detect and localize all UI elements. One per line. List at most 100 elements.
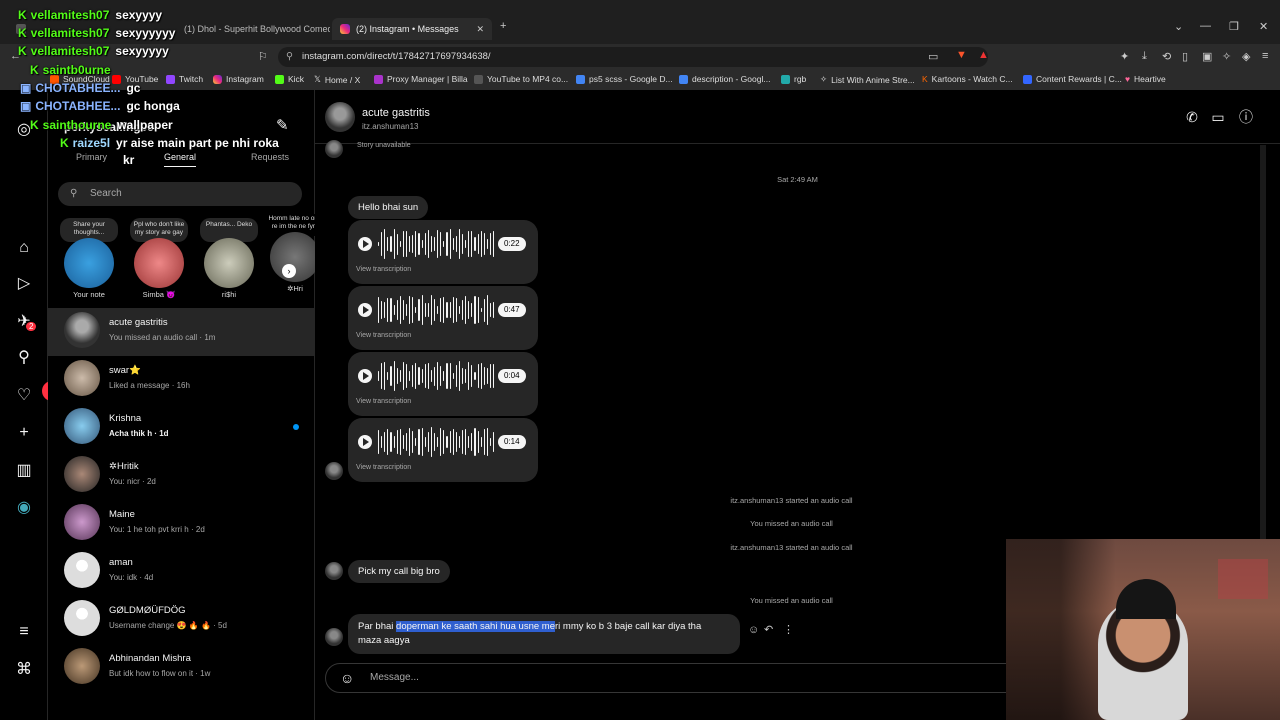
- leo-ai-icon[interactable]: ✧: [1222, 50, 1231, 63]
- bookmark-heartive[interactable]: ♥ Heartive: [1125, 74, 1166, 84]
- brave-shield-icon[interactable]: ▼: [956, 49, 967, 61]
- vpn-icon[interactable]: ◈: [1242, 50, 1250, 63]
- waveform-bar: [480, 363, 482, 389]
- cast-icon[interactable]: ▭: [928, 50, 938, 63]
- voice-note[interactable]: 0:14 View transcription: [348, 418, 538, 482]
- meta-ai-icon[interactable]: ◉: [14, 498, 34, 518]
- note-item[interactable]: Share your thoughts... Your note: [60, 218, 118, 299]
- compose-icon[interactable]: ✎: [276, 116, 289, 134]
- reply-icon[interactable]: ↶: [764, 623, 773, 636]
- bookmark-icon[interactable]: ⚐: [258, 50, 268, 63]
- view-transcription-link[interactable]: View transcription: [356, 266, 411, 273]
- conversation-item[interactable]: aman You: idk · 4d: [48, 548, 315, 596]
- tab-requests[interactable]: Requests: [251, 152, 289, 162]
- phone-call-icon[interactable]: ✆: [1183, 108, 1201, 126]
- apps-icon[interactable]: ⌘: [14, 660, 34, 680]
- system-message: itz.anshuman13 started an audio call: [730, 496, 853, 505]
- bookmark-twitch[interactable]: Twitch: [166, 74, 203, 84]
- bookmark-kick[interactable]: Kick: [275, 74, 304, 84]
- minimize-icon[interactable]: —: [1200, 20, 1211, 32]
- notes-next-icon[interactable]: ›: [282, 264, 296, 278]
- site-info-icon[interactable]: ⚲: [286, 47, 293, 67]
- tab-primary[interactable]: Primary: [76, 152, 107, 162]
- conversation-item[interactable]: swar⭐ Liked a message · 16h: [48, 356, 315, 404]
- bookmark-instagram[interactable]: Instagram: [213, 74, 264, 84]
- avatar[interactable]: [325, 102, 355, 132]
- messages-badge: 2: [26, 322, 37, 331]
- play-icon[interactable]: [358, 237, 372, 251]
- bookmark-anime[interactable]: ✧ List With Anime Stre...: [820, 74, 915, 85]
- search-input[interactable]: ⚲ Search: [58, 182, 302, 206]
- conversation-item[interactable]: Krishna Acha thik h · 1d: [48, 404, 315, 452]
- voice-note[interactable]: 0:22 View transcription: [348, 220, 538, 284]
- download-icon[interactable]: ⤓: [1142, 50, 1147, 63]
- waveform-bar: [378, 242, 380, 246]
- voice-note[interactable]: 0:04 View transcription: [348, 352, 538, 416]
- waveform-bar: [405, 433, 408, 451]
- message-bubble[interactable]: Hello bhai sun: [348, 196, 429, 219]
- extensions-icon[interactable]: ✦: [1120, 50, 1129, 63]
- view-transcription-link[interactable]: View transcription: [356, 464, 411, 471]
- menu-icon[interactable]: ≡: [1262, 50, 1268, 62]
- restore-icon[interactable]: ❐: [1229, 20, 1239, 33]
- waveform-bar: [486, 295, 488, 325]
- waveform-bar: [489, 232, 492, 256]
- message-input[interactable]: ☺ Message...: [325, 663, 1025, 693]
- sidebar-icon[interactable]: ▯: [1182, 50, 1188, 63]
- reels-icon[interactable]: ▷: [14, 274, 34, 294]
- tab-search-icon[interactable]: ⌄: [1174, 20, 1183, 33]
- conversation-item[interactable]: Abhinandan Mishra But idk how to flow on…: [48, 644, 315, 692]
- view-transcription-link[interactable]: View transcription: [356, 398, 411, 405]
- waveform-bar: [399, 240, 401, 248]
- note-item[interactable]: Homm late no one re im the ne fym ✲Hri: [266, 214, 315, 293]
- waveform-bar: [421, 368, 423, 384]
- bookmark-yt-mp4[interactable]: YouTube to MP4 co...: [474, 74, 568, 84]
- conversation-item[interactable]: Maine You: 1 he toh pvt krri h · 2d: [48, 500, 315, 548]
- close-window-icon[interactable]: ✕: [1259, 20, 1268, 33]
- history-icon[interactable]: ⟲: [1162, 50, 1171, 63]
- emoji-icon[interactable]: ☺: [340, 664, 354, 692]
- play-icon[interactable]: [358, 369, 372, 383]
- more-options-icon[interactable]: ⋮: [783, 623, 794, 636]
- waveform-bar: [396, 430, 398, 454]
- dashboard-icon[interactable]: ▥: [14, 461, 34, 481]
- bookmark-description[interactable]: description - Googl...: [679, 74, 770, 84]
- note-item[interactable]: Ppl who don't like my story are gay Simb…: [130, 218, 188, 299]
- react-icon[interactable]: ☺: [748, 624, 759, 636]
- tab-general[interactable]: General: [164, 152, 197, 167]
- search-icon[interactable]: ⚲: [14, 348, 34, 368]
- bookmark-content-rewards[interactable]: Content Rewards | C...: [1023, 74, 1122, 84]
- bookmark-kartoons[interactable]: K Kartoons - Watch C...: [922, 74, 1013, 84]
- waveform-bar: [452, 372, 454, 380]
- view-transcription-link[interactable]: View transcription: [356, 332, 411, 339]
- more-menu-icon[interactable]: ≡: [14, 622, 34, 642]
- info-icon[interactable]: ⓘ: [1237, 108, 1255, 126]
- bookmark-proxy[interactable]: Proxy Manager | Billa: [374, 74, 468, 84]
- bookmark-rgb[interactable]: rgb: [781, 74, 806, 84]
- browser-tab-instagram[interactable]: (2) Instagram • Messages ✕: [332, 18, 492, 40]
- new-tab-icon[interactable]: +: [500, 20, 506, 32]
- note-item[interactable]: Phantas... Deko ri$hi: [200, 218, 258, 299]
- message-bubble[interactable]: Par bhai doperman ke saath sahi hua usne…: [348, 614, 740, 654]
- conversation-item[interactable]: acute gastritis You missed an audio call…: [48, 308, 315, 356]
- brave-rewards-icon[interactable]: ▲: [978, 49, 989, 61]
- url-field[interactable]: ⚲ instagram.com/direct/t/178427176979346…: [278, 47, 988, 67]
- conversation-item[interactable]: GØLDMØÜFDÖG Username change 😍 🔥 🔥 · 5d: [48, 596, 315, 644]
- browser-tab-dhol[interactable]: (1) Dhol - Superhit Bollywood Comedy: [170, 18, 330, 40]
- play-icon[interactable]: [358, 303, 372, 317]
- contact-name[interactable]: acute gastritis: [362, 107, 430, 119]
- home-icon[interactable]: ⌂: [14, 238, 34, 258]
- bookmark-x[interactable]: 𝕏 Home / X: [314, 74, 360, 85]
- conversation-item[interactable]: ✲Hritik You: nicr · 2d: [48, 452, 315, 500]
- thread-scrollbar[interactable]: [1260, 145, 1266, 605]
- message-bubble[interactable]: Pick my call big bro: [348, 560, 450, 583]
- play-icon[interactable]: [358, 435, 372, 449]
- wallet-icon[interactable]: ▣: [1202, 50, 1212, 63]
- voice-note[interactable]: 0:47 View transcription: [348, 286, 538, 350]
- close-tab-icon[interactable]: ✕: [476, 24, 484, 35]
- bookmark-ps5[interactable]: ps5 scss - Google D...: [576, 74, 673, 84]
- waveform-bar: [477, 234, 479, 254]
- video-call-icon[interactable]: ▭: [1209, 108, 1227, 126]
- create-icon[interactable]: +: [14, 423, 34, 443]
- notifications-heart-icon[interactable]: ♡: [14, 386, 34, 406]
